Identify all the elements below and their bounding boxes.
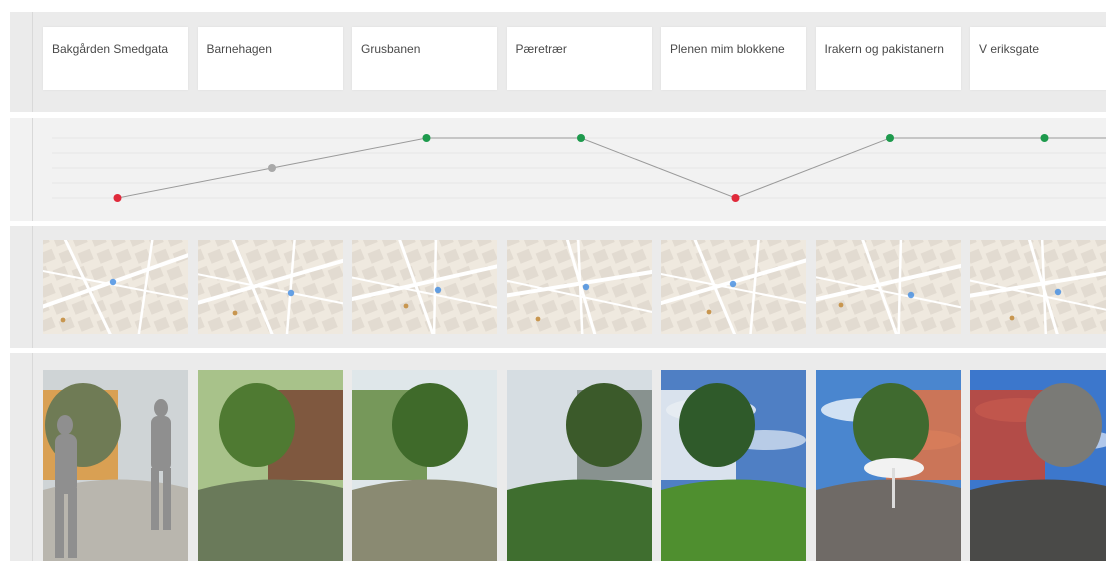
photos-row-label [10,353,33,561]
card-title: Plenen mim blokkene [670,42,785,56]
location-card[interactable]: Irakern og pakistanern [815,27,961,90]
chart-point[interactable] [422,134,431,142]
card-title: Bakgården Smedgata [52,42,169,56]
map-graphic [970,240,1106,334]
map-graphic [506,240,652,334]
location-photo[interactable] [197,370,343,561]
maps-container [43,240,1106,334]
card-title: V eriksgate [979,42,1040,56]
chart-point[interactable] [731,194,740,202]
card-title: Barnehagen [206,42,272,56]
rating-chart-row [10,118,1106,221]
location-photo[interactable] [352,370,497,561]
map-graphic [352,240,497,334]
photo-graphic [197,370,343,561]
cards-container: Bakgården Smedgata Barnehagen Grusbanen Pær… [43,27,1106,90]
chart-point[interactable] [268,164,276,172]
location-card[interactable]: Barnehagen [197,27,343,90]
location-card[interactable]: Plenen mim blokkene [661,27,806,90]
location-photo[interactable] [661,370,806,561]
photos-container [43,370,1106,561]
photo-graphic [815,370,961,561]
location-card[interactable]: V eriksgate [970,27,1106,90]
location-photo[interactable] [815,370,961,561]
map-tile[interactable] [197,240,343,334]
maps-row [10,226,1106,348]
photo-graphic [352,370,497,561]
map-graphic [815,240,961,334]
cards-row: Bakgården Smedgata Barnehagen Grusbanen Pær… [10,12,1106,112]
map-graphic [197,240,343,334]
map-graphic [43,240,188,334]
photo-graphic [970,370,1106,561]
card-title: Grusbanen [361,42,421,56]
location-card[interactable]: Grusbanen [352,27,497,90]
photo-graphic [43,370,188,561]
chart-point[interactable] [577,134,585,142]
rating-line-chart [52,134,1106,202]
map-tile[interactable] [506,240,652,334]
chart-point[interactable] [113,194,122,202]
map-tile[interactable] [661,240,806,334]
cards-row-label [10,12,33,112]
map-tile[interactable] [352,240,497,334]
card-title: Irakern og pakistanern [824,42,944,56]
card-title: Pæretrær [515,42,567,56]
map-tile[interactable] [43,240,188,334]
maps-row-label [10,226,33,348]
chart-point[interactable] [1040,134,1049,142]
map-tile[interactable] [970,240,1106,334]
photo-graphic [506,370,652,561]
location-card[interactable]: Pæretrær [506,27,652,90]
location-photo[interactable] [506,370,652,561]
chart-point[interactable] [886,134,894,142]
location-photo[interactable] [970,370,1106,561]
photo-graphic [661,370,806,561]
map-graphic [661,240,806,334]
photos-row [10,353,1106,561]
location-photo[interactable] [43,370,188,561]
map-tile[interactable] [815,240,961,334]
location-card[interactable]: Bakgården Smedgata [43,27,188,90]
